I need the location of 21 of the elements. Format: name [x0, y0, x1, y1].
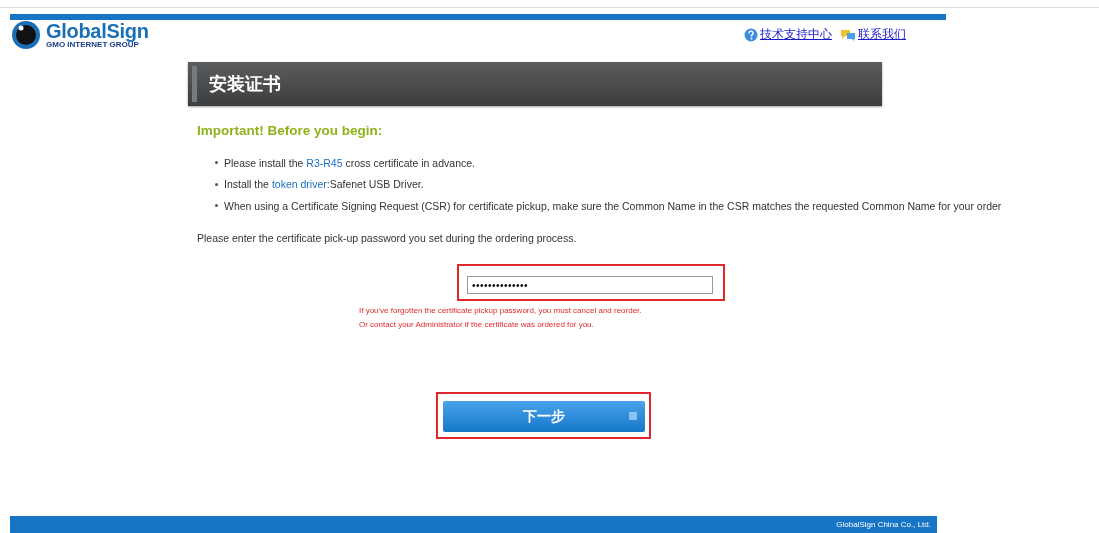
bullet-icon: [215, 161, 218, 165]
error-text: Or contact your Administrator if the certificate was ordered for you.: [359, 319, 595, 331]
notice-link[interactable]: R3-R45: [306, 156, 343, 169]
eye-icon: [10, 20, 42, 50]
page-title: 安装证书: [209, 73, 281, 96]
bullet-icon: [215, 182, 218, 186]
footer-text: GlobalSign China Co., Ltd.: [836, 520, 931, 529]
notice-item: Install the token driver:Safenet USB Driver.: [224, 178, 424, 191]
header-link[interactable]: 联系我们: [840, 26, 906, 43]
instruction-text: Please enter the certificate pick-up password you set during the ordering process.: [197, 231, 578, 244]
help-icon: [744, 27, 758, 42]
header-link[interactable]: 技术支持中心: [744, 26, 832, 43]
notice-item: Please install the R3-R45 cross certificate in advance.: [224, 156, 475, 169]
globalsign-logo: GlobalSign GMO INTERNET GROUP: [10, 20, 149, 50]
notice-heading: Important! Before you begin:: [197, 123, 384, 138]
notice-item: When using a Certificate Signing Request (CSR) for certificate pickup, make sure the Common Name in the CSR matches the requested Common Name for your order: [224, 199, 1002, 212]
bullet-icon: [215, 204, 218, 208]
notice-link[interactable]: token driver: [271, 178, 327, 191]
chat-icon: [840, 28, 856, 41]
password-field[interactable]: ••••••••••••••: [467, 276, 713, 294]
error-text: If you've forgotten the certificate pickup password, you must cancel and reorder.: [359, 305, 643, 317]
